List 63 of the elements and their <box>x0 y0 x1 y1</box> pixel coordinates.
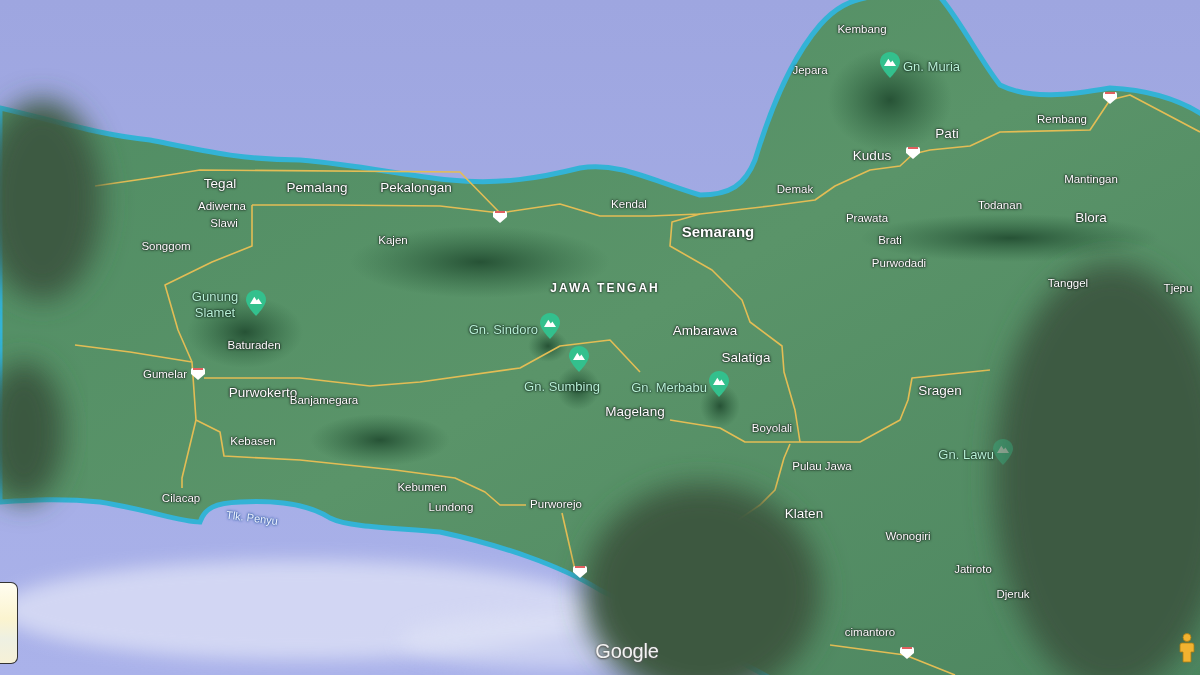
place-label: Songgom <box>141 239 191 253</box>
place-label: Boyolali <box>751 421 793 435</box>
place-label: Purworejo <box>530 497 582 511</box>
place-label: Purwodadi <box>871 256 927 270</box>
place-label: Pekalongan <box>380 180 452 196</box>
mountain-pin-icon[interactable] <box>993 439 1013 465</box>
place-label: Pemalang <box>286 180 348 196</box>
place-label: Kembang <box>837 22 887 36</box>
place-label: Todanan <box>977 198 1023 212</box>
place-label: Djeruk <box>996 587 1030 601</box>
road-shield-icon <box>493 211 507 223</box>
place-label: Tegal <box>203 176 237 192</box>
place-label: Mantingan <box>1064 172 1118 186</box>
place-label: Tjepu <box>1163 281 1193 295</box>
place-label: Slawi <box>210 216 238 230</box>
map-layer-thumbnail[interactable] <box>0 582 18 664</box>
place-label: Cilacap <box>161 491 201 505</box>
mountain-pin-icon[interactable] <box>569 346 589 372</box>
place-label: Brati <box>878 233 902 247</box>
mountain-pin-icon[interactable] <box>880 52 900 78</box>
place-label: Ambarawa <box>672 323 738 339</box>
place-label: Kudus <box>852 148 892 164</box>
place-label: Sragen <box>918 383 962 399</box>
peak-label: Gn. Muria <box>903 58 961 76</box>
place-label: Wonogiri <box>885 529 931 543</box>
place-label: cimantoro <box>844 625 896 639</box>
place-label: Blora <box>1075 210 1107 226</box>
mountain-pin-icon[interactable] <box>540 313 560 339</box>
region-label: JAWA TENGAH <box>550 280 660 297</box>
place-label: Semarang <box>681 223 755 241</box>
road-shield-icon <box>1103 92 1117 104</box>
place-label: Pati <box>935 126 959 142</box>
peak-label: Gunung Slamet <box>190 288 240 322</box>
mountain-pin-icon[interactable] <box>709 371 729 397</box>
place-label: Gumelar <box>142 367 188 381</box>
peak-label: Gn. Lawu <box>938 446 994 464</box>
place-label: Rembang <box>1037 112 1087 126</box>
place-label: Kebumen <box>397 480 447 494</box>
place-label: Adiwerna <box>198 199 246 213</box>
bay-label: Tlk. Penyu <box>225 507 279 529</box>
place-label: Salatiga <box>721 350 771 366</box>
mountain-pin-icon[interactable] <box>246 290 266 316</box>
peak-label: Gn. Merbabu <box>631 379 707 397</box>
place-label: Kendal <box>611 197 647 211</box>
place-label: Lundong <box>428 500 474 514</box>
place-label: Kebasen <box>230 434 276 448</box>
place-label: Klaten <box>784 506 824 522</box>
road-shield-icon <box>900 647 914 659</box>
place-label: Jatiroto <box>954 562 992 576</box>
road-shield-icon <box>573 566 587 578</box>
place-label: Demak <box>776 182 814 196</box>
place-label: Baturaden <box>227 338 281 352</box>
person-icon[interactable] <box>1178 633 1196 663</box>
place-label: Jepara <box>792 63 828 77</box>
peak-label: Gn. Sumbing <box>524 378 600 396</box>
peak-label: Gn. Sindoro <box>468 321 538 339</box>
place-label: Prawata <box>845 211 889 225</box>
road-shield-icon <box>906 147 920 159</box>
place-label: Kajen <box>378 233 408 247</box>
place-label: Pulau Jawa <box>792 459 852 473</box>
place-label: Magelang <box>605 404 665 420</box>
place-label: Tanggel <box>1047 276 1089 290</box>
road-shield-icon <box>191 368 205 380</box>
